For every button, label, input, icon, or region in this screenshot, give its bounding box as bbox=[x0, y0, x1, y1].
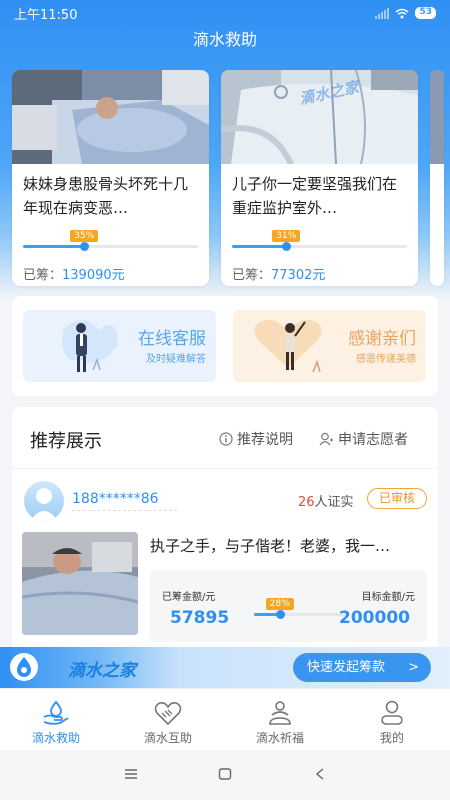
case-progress: 35% bbox=[23, 230, 198, 252]
hand-drop-icon bbox=[43, 700, 69, 725]
case-card[interactable]: 妹妹身患股骨头坏死十几年现在病变恶… 35% 已筹：139090元 bbox=[12, 70, 209, 286]
progress-tag: 31% bbox=[272, 230, 301, 242]
tab-mine[interactable]: 我的 bbox=[336, 689, 448, 751]
raised-amount: 已筹：77302元 bbox=[232, 268, 326, 283]
case-photo: 滴水之家 bbox=[221, 70, 418, 166]
progress-dot bbox=[275, 610, 285, 619]
back-icon[interactable] bbox=[315, 765, 325, 784]
raised-value: 57895 bbox=[170, 608, 230, 628]
pray-icon bbox=[269, 701, 291, 725]
recommend-explain-link[interactable]: 推荐说明 bbox=[219, 429, 293, 449]
service-title: 感谢亲们 bbox=[348, 329, 416, 349]
case-title: 妹妹身患股骨头坏死十几年现在病变恶… bbox=[23, 175, 189, 217]
menu-icon[interactable] bbox=[124, 765, 138, 784]
chevron-right-icon: > bbox=[408, 660, 419, 675]
status-bar: 上午11:50 53 bbox=[0, 0, 450, 26]
handshake-heart-icon bbox=[154, 702, 182, 726]
service-title: 在线客服 bbox=[138, 329, 206, 349]
user-phone: 188******86 bbox=[72, 491, 159, 507]
case-card[interactable]: 滴水之家 儿子你一定要坚强我们在重症监护室外… 31% 已筹：77302元 bbox=[221, 70, 418, 286]
person-icon bbox=[381, 700, 403, 725]
progress-fill bbox=[232, 245, 287, 248]
recommend-section: 推荐展示 推荐说明 申请志愿者 188******86 26人证实 已审核 执子… bbox=[12, 407, 438, 647]
signal-icon bbox=[375, 7, 390, 19]
system-nav-bar bbox=[0, 750, 450, 800]
recommend-title[interactable]: 执子之手，与子偕老！老婆，我一… bbox=[150, 535, 430, 556]
case-card-peek[interactable] bbox=[430, 70, 444, 286]
thanks-button[interactable]: 感谢亲们 感恩传递美德 bbox=[233, 310, 426, 382]
info-icon bbox=[219, 432, 233, 446]
recommend-photo[interactable] bbox=[22, 532, 138, 635]
target-value: 200000 bbox=[339, 608, 410, 628]
case-carousel[interactable]: 妹妹身患股骨头坏死十几年现在病变恶… 35% 已筹：139090元 滴水之家 儿… bbox=[12, 70, 450, 286]
progress-fill bbox=[23, 245, 85, 248]
tab-rescue[interactable]: 滴水救助 bbox=[0, 689, 112, 751]
bottom-tab-bar: 滴水救助 滴水互助 滴水祈福 我的 bbox=[0, 688, 450, 750]
status-icons: 53 bbox=[375, 7, 436, 19]
wifi-icon bbox=[395, 8, 410, 18]
apply-volunteer-link[interactable]: 申请志愿者 bbox=[319, 429, 408, 449]
recommend-progress: 28% bbox=[254, 598, 346, 620]
case-photo bbox=[12, 70, 209, 164]
case-progress: 31% bbox=[232, 230, 407, 252]
quick-launch-button[interactable]: 快速发起筹款 > bbox=[293, 653, 431, 682]
raised-label: 已筹金额/元 bbox=[162, 592, 216, 603]
page-title: 滴水救助 bbox=[192, 30, 257, 49]
verify-count: 26人证实 bbox=[298, 495, 354, 510]
progress-dot bbox=[80, 242, 90, 251]
section-title: 推荐展示 bbox=[30, 431, 102, 452]
status-time: 上午11:50 bbox=[14, 7, 78, 23]
divider bbox=[72, 510, 177, 511]
progress-tag: 28% bbox=[265, 598, 294, 610]
target-label: 目标金额/元 bbox=[361, 592, 415, 603]
battery-icon: 53 bbox=[415, 7, 436, 19]
status-badge: 已审核 bbox=[367, 488, 427, 509]
tab-mutual-aid[interactable]: 滴水互助 bbox=[112, 689, 224, 751]
divider bbox=[12, 468, 438, 469]
progress-dot bbox=[282, 242, 292, 251]
service-subtitle: 及时疑难解答 bbox=[146, 354, 206, 365]
recommend-stats: 已筹金额/元 57895 28% 目标金额/元 200000 bbox=[150, 570, 427, 642]
brand-name: 滴水之家 bbox=[68, 661, 136, 681]
avatar[interactable] bbox=[24, 481, 64, 521]
case-title: 儿子你一定要坚强我们在重症监护室外… bbox=[232, 175, 398, 217]
person-add-icon bbox=[319, 432, 333, 446]
raised-amount: 已筹：139090元 bbox=[23, 268, 125, 283]
service-subtitle: 感恩传递美德 bbox=[356, 354, 416, 365]
tab-blessing[interactable]: 滴水祈福 bbox=[224, 689, 336, 751]
home-icon[interactable] bbox=[218, 765, 232, 784]
progress-tag: 35% bbox=[70, 230, 99, 242]
online-service-button[interactable]: 在线客服 及时疑难解答 bbox=[23, 310, 216, 382]
drop-logo-icon bbox=[10, 653, 38, 681]
service-panel: 在线客服 及时疑难解答 感谢亲们 感恩传递美德 bbox=[12, 296, 438, 396]
launch-banner: 滴水之家 快速发起筹款 > bbox=[0, 647, 450, 688]
